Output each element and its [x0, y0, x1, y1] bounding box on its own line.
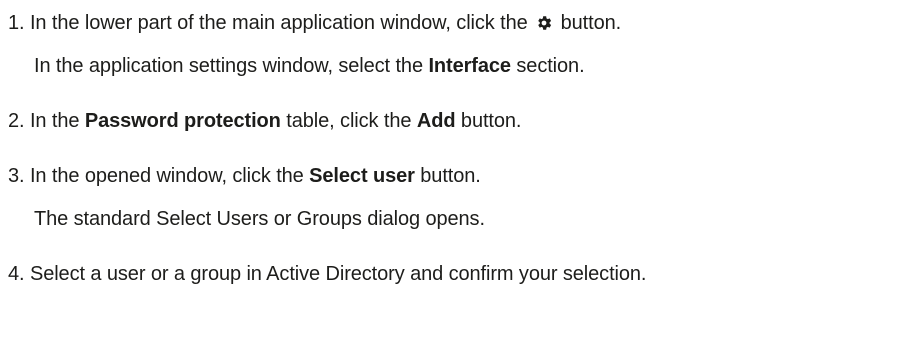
step-text: Select a user or a group in Active Direc… — [29, 263, 647, 285]
step-text: The standard Select Users or Groups dial… — [34, 208, 485, 230]
step-text: In the opened window, click the — [29, 165, 304, 187]
step-text: table, click the — [286, 110, 412, 132]
step-3-line-2: The standard Select Users or Groups dial… — [34, 207, 485, 231]
step-1-line-1: 1. In the lower part of the main applica… — [8, 11, 621, 35]
ui-term-add: Add — [416, 110, 456, 132]
step-text: button. — [460, 110, 522, 132]
step-text: section. — [516, 55, 585, 77]
step-4-line-1: 4. Select a user or a group in Active Di… — [8, 262, 646, 286]
step-1-line-2: In the application settings window, sele… — [34, 54, 585, 78]
gear-icon — [538, 16, 552, 30]
step-text: In the — [29, 110, 80, 132]
step-text: In the application settings window, sele… — [34, 55, 423, 77]
step-2-line-1: 2. In the Password protection table, cli… — [8, 109, 521, 133]
ui-term-interface: Interface — [428, 55, 511, 77]
step-text: In the lower part of the main applicatio… — [29, 12, 528, 34]
step-text: button. — [560, 12, 622, 34]
step-3-line-1: 3. In the opened window, click the Selec… — [8, 164, 481, 188]
step-number: 3. — [8, 165, 25, 187]
step-number: 2. — [8, 110, 25, 132]
step-number: 1. — [8, 12, 25, 34]
ui-term-password-protection: Password protection — [84, 110, 281, 132]
step-number: 4. — [8, 263, 25, 285]
step-text: button. — [420, 165, 481, 187]
ui-term-select-user: Select user — [309, 165, 415, 187]
